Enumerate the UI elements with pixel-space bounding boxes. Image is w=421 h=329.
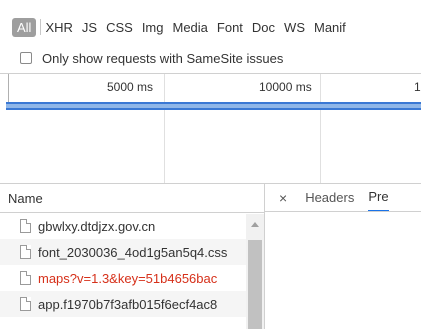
document-icon xyxy=(20,245,31,259)
filter-doc-button[interactable]: Doc xyxy=(252,20,275,35)
request-row[interactable]: app.f1970b7f3afb015f6ecf4ac8 xyxy=(0,291,246,317)
tick-label: 1 xyxy=(414,80,421,94)
request-name: maps?v=1.3&key=51b4656bac xyxy=(38,270,218,286)
request-name: gbwlxy.dtdjzx.gov.cn xyxy=(38,218,156,234)
timeline-overview[interactable]: 5000 ms 10000 ms 1 xyxy=(0,73,421,184)
filter-css-button[interactable]: CSS xyxy=(106,20,133,35)
filter-media-button[interactable]: Media xyxy=(172,20,207,35)
tab-headers[interactable]: Headers xyxy=(305,190,354,205)
tab-preview[interactable]: Pre xyxy=(368,184,389,211)
filter-ws-button[interactable]: WS xyxy=(284,20,305,35)
request-list: Name gbwlxy.dtdjzx.gov.cn font_2030036_4… xyxy=(0,183,265,329)
close-icon[interactable]: × xyxy=(279,190,287,206)
resource-type-filter-bar: All XHR JS CSS Img Media Font Doc WS Man… xyxy=(0,13,421,41)
tick-label: 10000 ms xyxy=(259,80,312,94)
filter-xhr-button[interactable]: XHR xyxy=(45,20,72,35)
document-icon xyxy=(20,297,31,311)
name-column-header[interactable]: Name xyxy=(0,184,264,213)
tick-label: 5000 ms xyxy=(107,80,154,94)
filter-all-button[interactable]: All xyxy=(12,17,37,37)
request-row[interactable]: font_2030036_4od1g5an5q4.css xyxy=(0,239,246,265)
request-row-failed[interactable]: maps?v=1.3&key=51b4656bac xyxy=(0,265,246,291)
grid-line xyxy=(320,74,321,184)
request-row[interactable]: gbwlxy.dtdjzx.gov.cn xyxy=(0,213,246,239)
filter-divider xyxy=(40,19,42,35)
samesite-checkbox[interactable] xyxy=(20,52,32,64)
filter-manifest-button[interactable]: Manif xyxy=(314,20,346,35)
grid-line xyxy=(164,74,165,184)
overview-left-marker xyxy=(8,74,9,104)
samesite-label: Only show requests with SameSite issues xyxy=(42,50,284,66)
scrollbar-thumb[interactable] xyxy=(248,240,262,329)
request-name: app.f1970b7f3afb015f6ecf4ac8 xyxy=(38,296,218,312)
request-detail-tabs: × Headers Pre xyxy=(265,183,421,212)
timeline-request-bar xyxy=(6,102,421,110)
document-icon xyxy=(20,219,31,233)
document-icon xyxy=(20,271,31,285)
samesite-filter-row: Only show requests with SameSite issues xyxy=(0,45,421,71)
filter-js-button[interactable]: JS xyxy=(82,20,97,35)
filter-font-button[interactable]: Font xyxy=(217,20,243,35)
request-name: font_2030036_4od1g5an5q4.css xyxy=(38,244,228,260)
filter-img-button[interactable]: Img xyxy=(142,20,164,35)
scroll-up-arrow-icon[interactable] xyxy=(251,222,259,227)
request-list-scrollbar[interactable] xyxy=(246,214,264,329)
